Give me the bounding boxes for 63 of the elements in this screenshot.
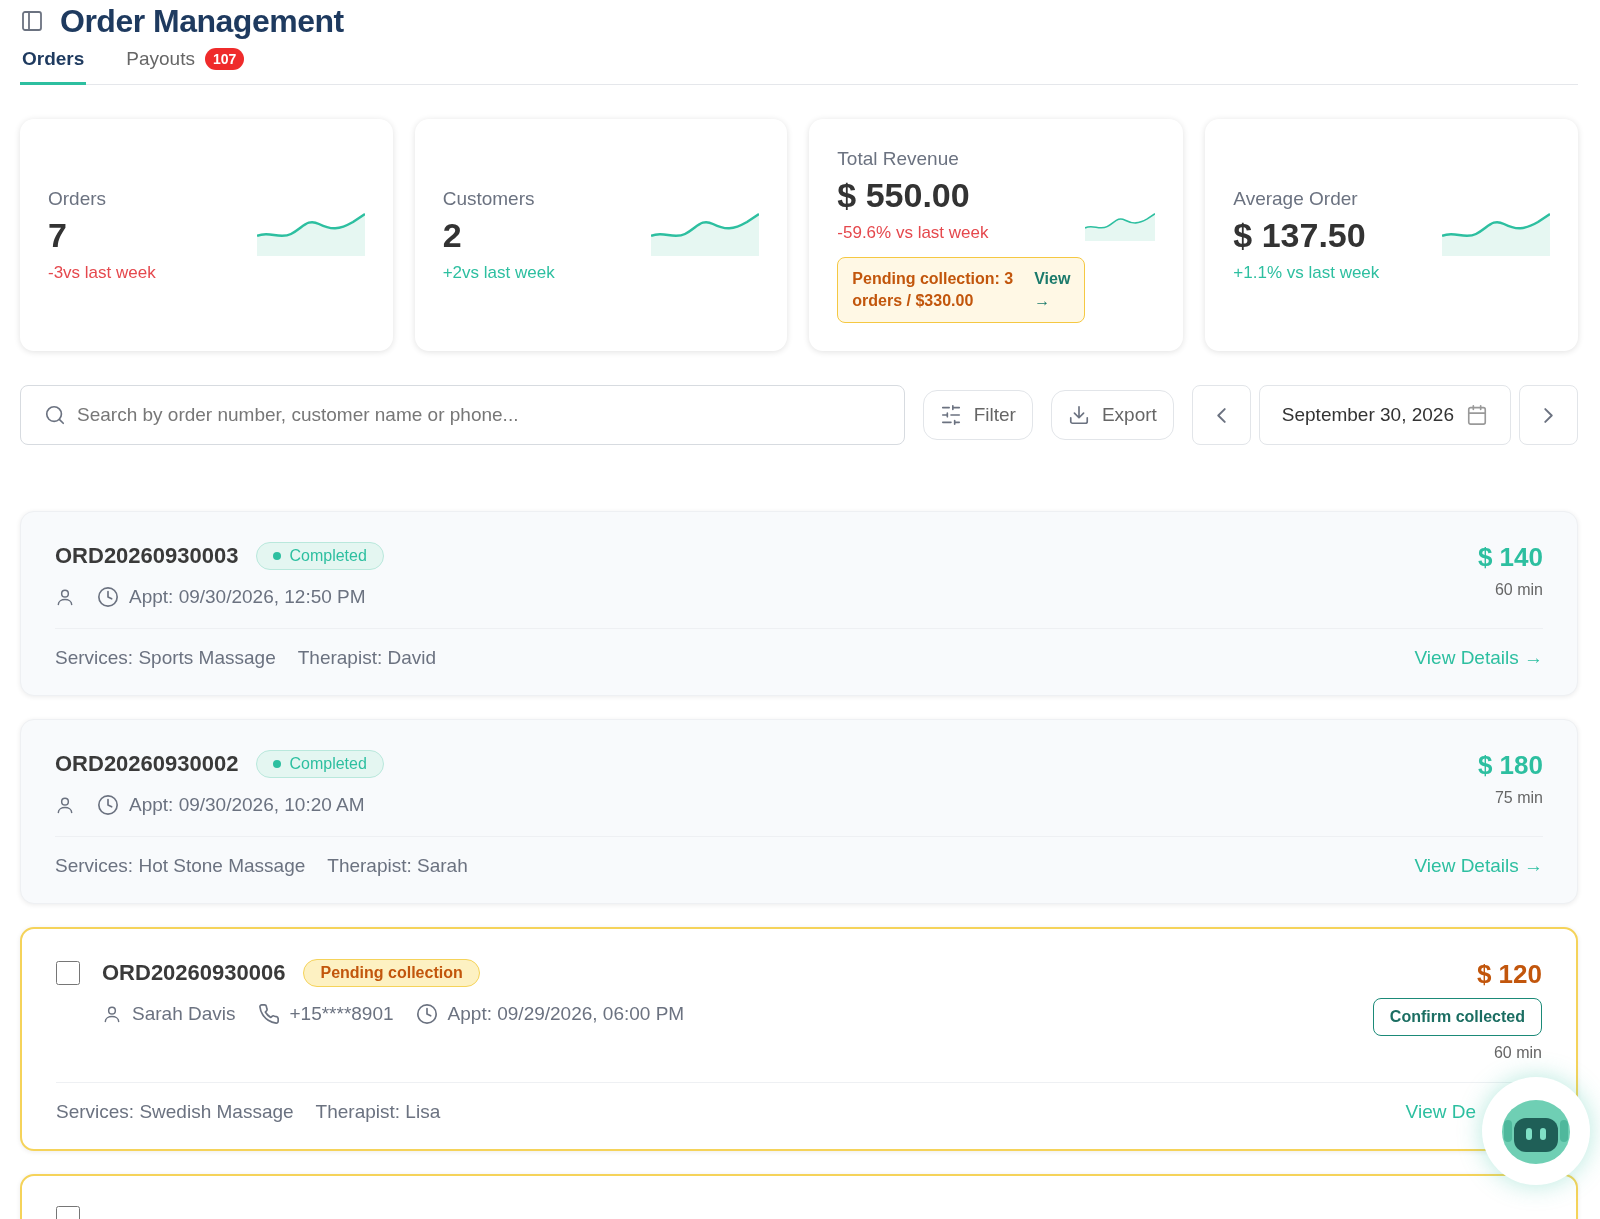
status-badge: Pending collection <box>303 959 480 987</box>
clock-icon <box>97 794 119 816</box>
order-duration: 60 min <box>1493 1044 1542 1062</box>
confirm-collected-button[interactable]: Confirm collected <box>1372 998 1542 1036</box>
stat-value: $ 137.50 <box>1233 215 1367 255</box>
phone-icon <box>257 1003 280 1025</box>
filter-button[interactable]: Filter <box>922 390 1033 440</box>
order-number: ORD20260930006 <box>102 960 286 986</box>
stat-label: Average Order <box>1233 187 1359 210</box>
calendar-icon <box>1466 404 1488 426</box>
order-therapist: Therapist: Lisa <box>315 1101 441 1123</box>
order-therapist: Therapist: Sarah <box>327 855 468 877</box>
person-icon <box>102 1004 122 1024</box>
export-button[interactable]: Export <box>1050 390 1174 440</box>
sliders-icon <box>939 404 962 426</box>
customer-phone: +15****8901 <box>257 1003 394 1025</box>
stat-label: Total Revenue <box>837 147 960 170</box>
clock-icon <box>97 586 119 608</box>
stat-label: Customers <box>442 187 536 210</box>
date-picker[interactable]: September 30, 2026 <box>1258 385 1511 445</box>
stat-value: 2 <box>442 215 463 255</box>
stat-value: 7 <box>48 215 68 255</box>
person-icon <box>55 795 75 815</box>
page-title: Order Management <box>60 2 344 40</box>
notice-text: Pending collection: 3 orders / $330.00 <box>852 268 1015 311</box>
person-icon <box>55 587 75 607</box>
assistant-robot-button[interactable] <box>1482 1077 1590 1185</box>
stat-change: -59.6% vs last week <box>837 222 990 243</box>
order-number: ORD20260930002 <box>55 751 239 777</box>
order-duration: 60 min <box>1494 581 1543 599</box>
stat-label: Orders <box>48 187 108 210</box>
appointment-time: Appt: 09/29/2026, 06:00 PM <box>415 1003 685 1025</box>
chevron-right-icon <box>1544 407 1553 423</box>
search-icon <box>44 404 66 426</box>
customer-name: Sarah Davis <box>102 1003 236 1025</box>
appointment-time: Appt: 09/30/2026, 10:20 AM <box>97 794 365 816</box>
order-checkbox[interactable] <box>56 961 80 985</box>
order-price: $ 120 <box>1476 959 1542 990</box>
order-services: Services: Swedish Massage <box>56 1101 294 1123</box>
order-price: $ 140 <box>1477 542 1543 573</box>
stat-change: +1.1% vs last week <box>1233 262 1380 283</box>
order-services: Services: Sports Massage <box>55 647 276 669</box>
search-field[interactable]: Search by order number, customer name or phone... <box>20 385 905 445</box>
order-therapist: Therapist: David <box>297 647 437 669</box>
status-badge: Completed <box>256 750 384 778</box>
stat-value: $ 550.00 <box>837 175 971 215</box>
order-price: $ 180 <box>1477 750 1543 781</box>
count-badge: 107 <box>204 48 245 70</box>
view-link[interactable]: View → <box>1034 267 1071 312</box>
download-icon <box>1067 404 1090 426</box>
chevron-left-icon <box>1216 407 1226 423</box>
order-duration: 75 min <box>1494 789 1543 807</box>
order-services: Services: Hot Stone Massage <box>55 855 306 877</box>
stat-change: -3vs last week <box>48 262 156 283</box>
tab[interactable]: Payouts 107 <box>124 48 247 85</box>
stat-change: +2vs last week <box>442 262 555 283</box>
clock-icon <box>415 1003 438 1025</box>
tab[interactable]: Orders <box>20 48 87 85</box>
sparkline <box>1085 211 1156 241</box>
sidebar-toggle-icon[interactable] <box>20 9 44 33</box>
appointment-time: Appt: 09/30/2026, 12:50 PM <box>97 586 366 608</box>
status-badge: Completed <box>256 542 384 570</box>
order-number: ORD20260930003 <box>55 543 239 569</box>
